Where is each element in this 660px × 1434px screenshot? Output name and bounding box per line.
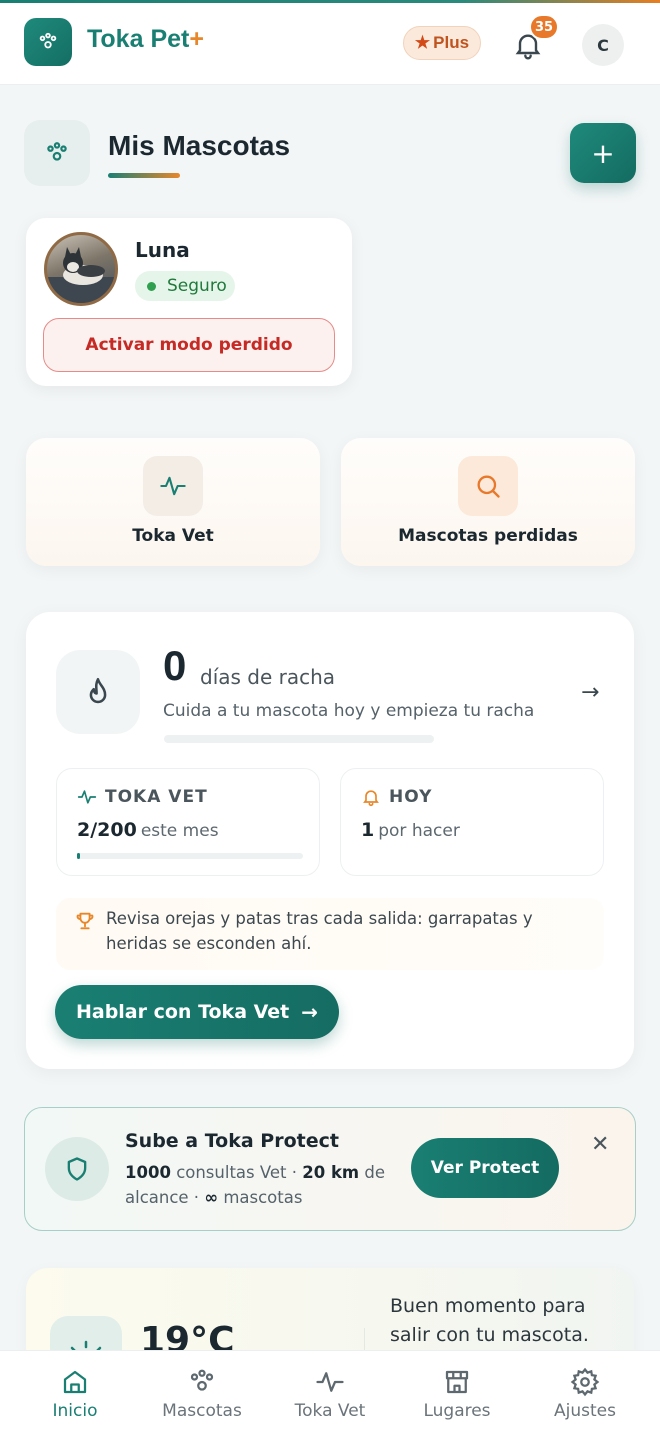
pet-status-label: Seguro	[167, 276, 227, 296]
today-label: por hacer	[378, 821, 460, 841]
nav-label: Inicio	[52, 1401, 98, 1421]
shield-icon-box	[45, 1137, 109, 1201]
streak-days-count: 0	[163, 642, 187, 689]
nav-item-inicio[interactable]: Inicio	[9, 1351, 141, 1434]
today-value: 1 por hacer	[361, 819, 460, 841]
today-count: 1	[361, 819, 375, 841]
title-underline	[108, 173, 180, 178]
page-title: Mis Mascotas	[108, 130, 291, 161]
nav-item-lugares[interactable]: Lugares	[391, 1351, 523, 1434]
vet-usage-heading: TOKA VET	[77, 787, 208, 807]
trophy-icon	[76, 912, 94, 930]
pulse-icon	[160, 476, 186, 496]
consults-count: 1000	[125, 1163, 171, 1182]
user-avatar[interactable]: C	[582, 24, 624, 66]
range-value: 20 km	[302, 1163, 360, 1182]
add-pet-button[interactable]: +	[570, 123, 636, 183]
pet-name: Luna	[135, 238, 190, 262]
brand-plus-sign: +	[189, 25, 204, 53]
plus-plan-badge[interactable]: ★ Plus	[403, 26, 481, 60]
pulse-icon-box	[143, 456, 203, 516]
plan-label: Plus	[433, 33, 470, 52]
app-logo[interactable]	[24, 18, 72, 66]
flame-icon	[89, 677, 107, 704]
app-header: Toka Pet+ ★ Plus 35 C	[0, 3, 660, 85]
shortcut-label: Mascotas perdidas	[398, 526, 578, 546]
toka-vet-shortcut[interactable]: Toka Vet	[26, 438, 320, 566]
paw-icon	[39, 32, 57, 49]
talk-to-vet-button[interactable]: Hablar con Toka Vet →	[55, 985, 339, 1039]
consults-label: consultas Vet ·	[176, 1163, 297, 1182]
nav-item-toka-vet[interactable]: Toka Vet	[264, 1351, 396, 1434]
promo-description: 1000 consultas Vet · 20 km de alcance · …	[125, 1160, 395, 1210]
vet-usage-bar-fill	[77, 853, 81, 859]
protect-upgrade-banner: Sube a Toka Protect 1000 consultas Vet ·…	[24, 1107, 636, 1231]
store-icon	[445, 1370, 469, 1394]
search-icon	[477, 475, 500, 498]
vet-usage-card[interactable]: TOKA VET 2/200 este mes	[56, 768, 320, 876]
shield-icon	[67, 1157, 87, 1181]
search-icon-box	[458, 456, 518, 516]
vet-usage-title: TOKA VET	[105, 787, 208, 807]
star-icon: ★	[414, 33, 431, 52]
talk-to-vet-label: Hablar con Toka Vet	[75, 1001, 290, 1023]
activate-lost-mode-button[interactable]: Activar modo perdido	[43, 318, 335, 372]
pet-photo[interactable]	[44, 232, 118, 306]
home-icon	[63, 1370, 87, 1394]
pet-status-badge: Seguro	[135, 271, 235, 301]
vet-usage-count: 2/200	[77, 819, 137, 841]
notification-count-badge: 35	[529, 14, 559, 40]
brand-name: Toka Pet+	[87, 25, 204, 53]
today-tasks-card[interactable]: HOY 1 por hacer	[340, 768, 604, 876]
today-title: HOY	[389, 787, 433, 807]
streak-card: 0 días de racha Cuida a tu mascota hoy y…	[26, 612, 634, 1069]
view-protect-button[interactable]: Ver Protect	[411, 1138, 559, 1198]
nav-label: Mascotas	[162, 1401, 242, 1421]
dog-illustration	[47, 247, 115, 303]
nav-label: Ajustes	[554, 1401, 616, 1421]
streak-arrow-icon[interactable]: →	[581, 680, 599, 705]
pets-count: ∞	[204, 1188, 219, 1207]
today-heading: HOY	[361, 787, 432, 807]
nav-item-ajustes[interactable]: Ajustes	[519, 1351, 651, 1434]
nav-label: Toka Vet	[294, 1401, 366, 1421]
pulse-icon	[316, 1372, 344, 1392]
status-dot	[147, 281, 156, 291]
vet-usage-value: 2/200 este mes	[77, 819, 219, 841]
care-tip: Revisa orejas y patas tras cada salida: …	[56, 898, 604, 970]
care-tip-text: Revisa orejas y patas tras cada salida: …	[106, 909, 533, 953]
pet-card[interactable]: Luna Seguro Activar modo perdido	[26, 218, 352, 386]
paw-icon	[47, 142, 67, 161]
vet-usage-period: este mes	[140, 821, 219, 841]
paw-icon	[190, 1369, 214, 1391]
pulse-icon	[77, 790, 97, 804]
shortcut-label: Toka Vet	[132, 526, 214, 546]
pets-label: mascotas	[223, 1188, 303, 1207]
bell-icon	[363, 790, 379, 807]
arrow-right-icon: →	[301, 1000, 319, 1024]
lost-pets-shortcut[interactable]: Mascotas perdidas	[341, 438, 635, 566]
bottom-navigation: Inicio Mascotas Toka Vet Lugares Ajustes	[0, 1350, 660, 1434]
close-icon[interactable]: ✕	[591, 1132, 609, 1157]
streak-subtitle: Cuida a tu mascota hoy y empieza tu rach…	[163, 701, 535, 721]
nav-item-mascotas[interactable]: Mascotas	[136, 1351, 268, 1434]
streak-label: días de racha	[200, 665, 336, 689]
pets-section-icon	[24, 120, 90, 186]
flame-icon-box	[56, 650, 140, 734]
promo-title: Sube a Toka Protect	[125, 1130, 339, 1152]
weather-message: Buen momento para salir con tu mascota.	[390, 1295, 589, 1346]
nav-label: Lugares	[423, 1401, 491, 1421]
gear-icon	[570, 1367, 600, 1397]
streak-progress-bar	[164, 735, 434, 743]
vet-usage-bar	[77, 853, 303, 859]
